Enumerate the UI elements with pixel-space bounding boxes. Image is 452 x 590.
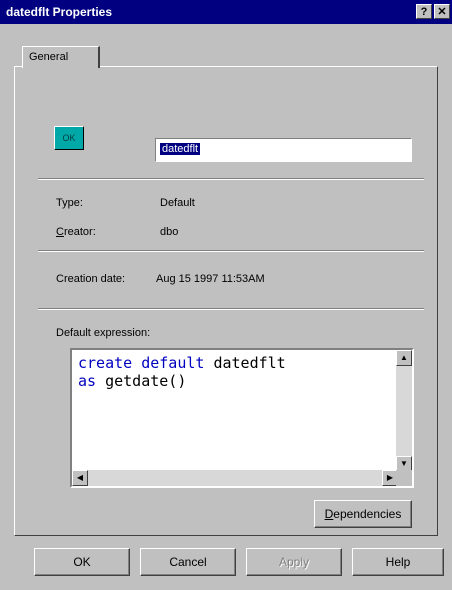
type-value: Default — [160, 197, 195, 209]
dependencies-button[interactable]: Dependencies — [314, 500, 412, 528]
separator — [38, 178, 424, 180]
expression-label: Default expression: — [56, 327, 151, 339]
scroll-left-icon[interactable]: ◀ — [72, 470, 88, 486]
creator-value: dbo — [160, 226, 179, 238]
type-label: Type: — [56, 197, 83, 209]
apply-button[interactable]: Apply — [246, 548, 342, 576]
horizontal-scrollbar[interactable]: ◀ ▶ — [72, 470, 398, 486]
tab-general-label: General — [29, 51, 69, 63]
title-bar: datedflt Properties ? ✕ — [0, 0, 452, 24]
help-button[interactable]: Help — [352, 548, 444, 576]
close-button[interactable]: ✕ — [434, 4, 450, 19]
window-title: datedflt Properties — [6, 5, 113, 19]
help-title-button[interactable]: ? — [416, 4, 432, 19]
vertical-scrollbar[interactable]: ▲ ▼ — [396, 350, 412, 472]
name-value: datedflt — [160, 143, 201, 155]
scroll-corner — [396, 470, 412, 486]
creation-date-value: Aug 15 1997 11:53AM — [156, 273, 265, 285]
ok-button[interactable]: OK — [34, 548, 130, 576]
name-field[interactable]: datedflt — [155, 138, 412, 162]
default-object-icon: OK — [54, 126, 84, 150]
properties-dialog: datedflt Properties ? ✕ General OK dated… — [0, 0, 452, 590]
tab-general[interactable]: General — [22, 46, 100, 68]
expression-editor[interactable]: create default datedflt as getdate() ▲ ▼… — [70, 348, 414, 488]
expression-text: create default datedflt as getdate() — [78, 354, 286, 390]
cancel-button[interactable]: Cancel — [140, 548, 236, 576]
separator — [38, 308, 424, 310]
scroll-up-icon[interactable]: ▲ — [396, 350, 412, 366]
separator — [38, 250, 424, 252]
creator-label: Creator: — [56, 226, 96, 238]
creation-date-label: Creation date: — [56, 273, 126, 285]
